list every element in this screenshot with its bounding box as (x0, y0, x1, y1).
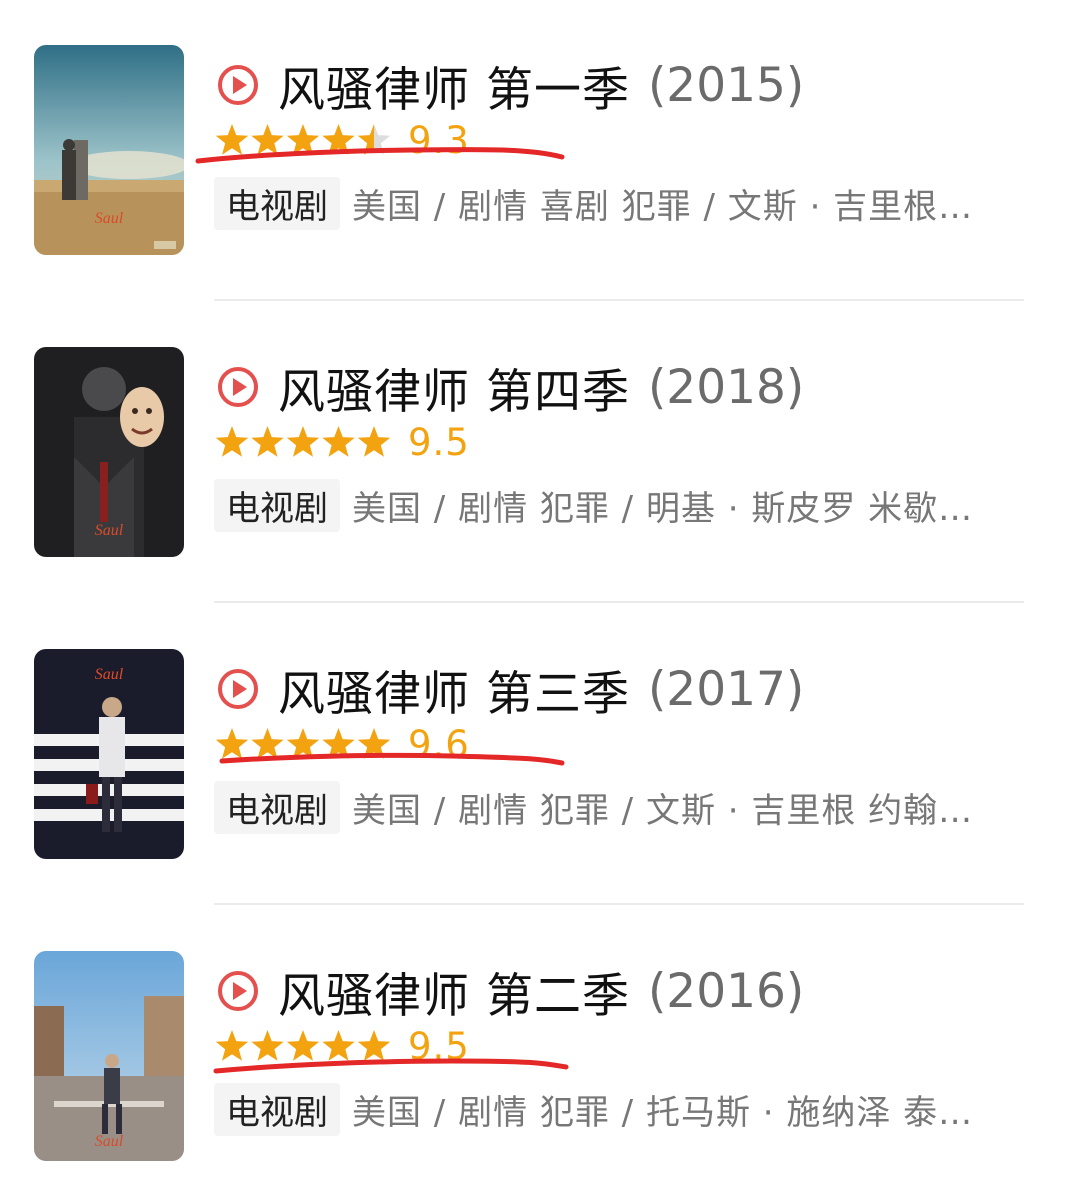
red-underline-annotation (213, 1058, 569, 1074)
svg-text:Saul: Saul (95, 522, 124, 539)
red-underline-annotation (195, 147, 565, 164)
meta-row: 电视剧 美国 / 剧情 犯罪 / 明基 · 斯皮罗 米歇… (214, 478, 974, 532)
poster-image[interactable]: Saul (34, 951, 184, 1161)
divider (214, 601, 1024, 603)
svg-text:Saul: Saul (95, 1133, 124, 1150)
svg-text:Saul: Saul (95, 210, 124, 227)
year: (2015) (647, 57, 805, 113)
play-icon (216, 667, 260, 711)
meta-row: 电视剧 美国 / 剧情 犯罪 / 托马斯 · 施纳泽 泰… (214, 1082, 974, 1136)
year: (2018) (647, 359, 805, 415)
red-underline-annotation (219, 752, 565, 766)
title: 风骚律师 第一季 (278, 62, 630, 118)
title-row[interactable]: 风骚律师 第三季 (2017) (216, 659, 805, 722)
list-item[interactable]: Saul 风骚律师 第二季 (2016) 9.5 电视剧 美国 / 剧情 犯罪 … (0, 951, 1068, 1161)
divider (214, 903, 1024, 905)
star-icon (215, 426, 249, 457)
list-item[interactable]: Saul 风骚律师 第四季 (2018) 9.5 电视剧 美国 / 剧情 犯罪 … (0, 347, 1068, 557)
star-rating (214, 424, 394, 460)
star-icon (251, 426, 284, 457)
rating-row: 9.5 (214, 420, 470, 464)
title: 风骚律师 第二季 (278, 968, 630, 1024)
title: 风骚律师 第三季 (278, 666, 630, 722)
category-tag: 电视剧 (214, 176, 340, 230)
list-item[interactable]: Saul 风骚律师 第一季 (2015) 9.3 电视剧 美国 / 剧情 喜剧 … (0, 45, 1068, 255)
search-result-list: Saul 风骚律师 第一季 (2015) 9.3 电视剧 美国 / 剧情 喜剧 … (0, 0, 1068, 1181)
meta-info: 美国 / 剧情 喜剧 犯罪 / 文斯 · 吉里根… (352, 186, 974, 227)
meta-row: 电视剧 美国 / 剧情 犯罪 / 文斯 · 吉里根 约翰… (214, 780, 974, 834)
svg-text:Saul: Saul (95, 666, 124, 683)
poster-image[interactable]: Saul (34, 347, 184, 557)
category-tag: 电视剧 (214, 1082, 340, 1136)
poster-image[interactable]: Saul (34, 649, 184, 859)
star-icon (322, 426, 355, 457)
meta-info: 美国 / 剧情 犯罪 / 文斯 · 吉里根 约翰… (352, 790, 974, 831)
category-tag: 电视剧 (214, 478, 340, 532)
play-icon (216, 365, 260, 409)
list-item[interactable]: Saul 风骚律师 第三季 (2017) 9.6 电视剧 美国 / 剧情 犯罪 … (0, 649, 1068, 859)
star-icon (286, 426, 320, 457)
title: 风骚律师 第四季 (278, 364, 630, 420)
meta-info: 美国 / 剧情 犯罪 / 明基 · 斯皮罗 米歇… (352, 488, 974, 529)
title-row[interactable]: 风骚律师 第二季 (2016) (216, 961, 805, 1024)
star-icon (357, 426, 391, 457)
play-icon (216, 969, 260, 1013)
rating-score: 9.5 (408, 420, 470, 464)
poster-image[interactable]: Saul (34, 45, 184, 255)
title-row[interactable]: 风骚律师 第四季 (2018) (216, 357, 805, 420)
year: (2016) (647, 963, 805, 1019)
play-icon (216, 63, 260, 107)
meta-row: 电视剧 美国 / 剧情 喜剧 犯罪 / 文斯 · 吉里根… (214, 176, 974, 230)
category-tag: 电视剧 (214, 780, 340, 834)
year: (2017) (647, 661, 805, 717)
meta-info: 美国 / 剧情 犯罪 / 托马斯 · 施纳泽 泰… (352, 1092, 974, 1133)
divider (214, 299, 1024, 301)
title-row[interactable]: 风骚律师 第一季 (2015) (216, 55, 805, 118)
